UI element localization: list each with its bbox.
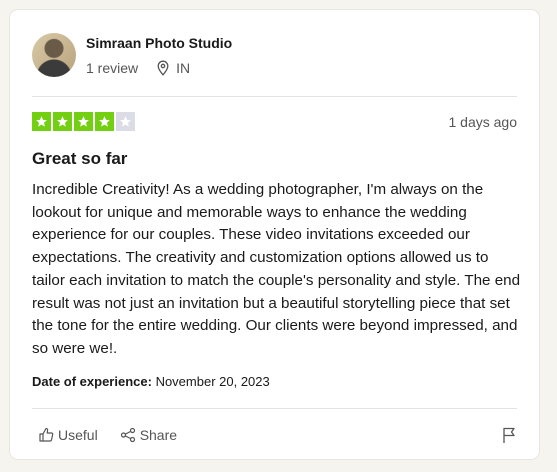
star-filled bbox=[74, 112, 93, 131]
share-label: Share bbox=[139, 427, 178, 443]
share-icon bbox=[120, 427, 135, 443]
divider bbox=[32, 96, 517, 97]
reviewer-avatar[interactable] bbox=[32, 33, 76, 77]
review-body: Incredible Creativity! As a wedding phot… bbox=[32, 181, 521, 357]
thumbs-up-icon bbox=[39, 427, 54, 442]
reviewer-header: Simraan Photo Studio 1 review IN bbox=[32, 33, 232, 77]
review-actions: Useful Share bbox=[38, 427, 199, 443]
reviewer-country: IN bbox=[176, 60, 191, 76]
divider bbox=[32, 408, 517, 409]
date-of-experience: Date of experience: November 20, 2023 bbox=[32, 374, 270, 389]
flag-icon[interactable] bbox=[501, 426, 517, 444]
reviewer-info: Simraan Photo Studio 1 review IN bbox=[86, 34, 232, 76]
review-card: Simraan Photo Studio 1 review IN 1 days … bbox=[9, 9, 540, 460]
star-filled bbox=[95, 112, 114, 131]
star-filled bbox=[53, 112, 72, 131]
reviewer-meta: 1 review IN bbox=[86, 60, 232, 76]
review-count: 1 review bbox=[86, 60, 139, 76]
star-empty bbox=[116, 112, 135, 131]
reviewer-name[interactable]: Simraan Photo Studio bbox=[86, 34, 232, 52]
useful-button[interactable]: Useful bbox=[38, 427, 98, 443]
review-date: 1 days ago bbox=[448, 114, 518, 130]
useful-label: Useful bbox=[58, 427, 98, 443]
share-button[interactable]: Share bbox=[120, 427, 177, 443]
review-title[interactable]: Great so far bbox=[32, 149, 127, 169]
star-filled bbox=[32, 112, 51, 131]
star-rating bbox=[32, 112, 135, 131]
experience-label: Date of experience: bbox=[32, 374, 152, 389]
experience-date: November 20, 2023 bbox=[155, 374, 270, 389]
location-pin-icon bbox=[157, 60, 169, 76]
